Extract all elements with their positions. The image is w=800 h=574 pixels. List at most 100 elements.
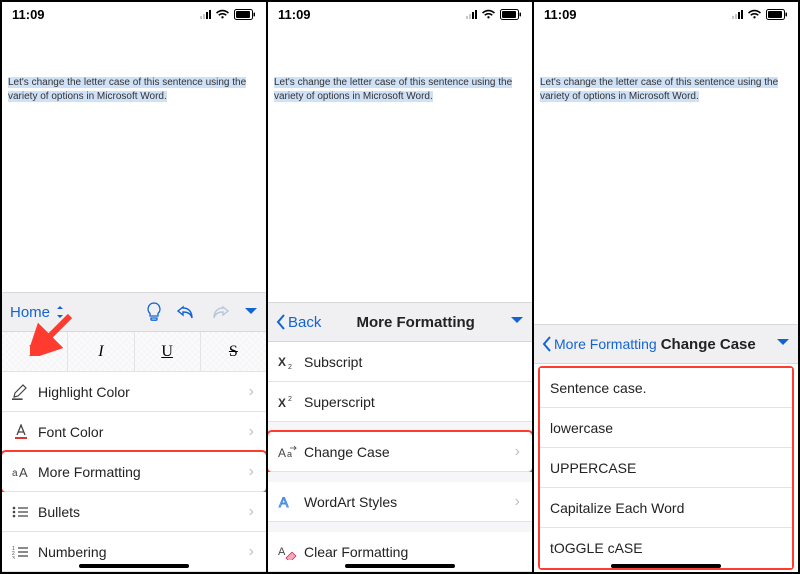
italic-button[interactable]: I: [68, 332, 134, 371]
row-label: Superscript: [304, 394, 520, 410]
battery-icon: [766, 9, 788, 20]
ribbon-tab-selector[interactable]: Home: [10, 304, 64, 321]
svg-text:2: 2: [288, 364, 292, 369]
lightbulb-icon[interactable]: [146, 302, 162, 322]
home-indicator: [79, 564, 189, 568]
signal-icon: [732, 9, 743, 19]
svg-text:A: A: [278, 546, 286, 558]
option-uppercase[interactable]: UPPERCASE: [540, 448, 792, 488]
svg-text:a: a: [287, 449, 292, 459]
clear-formatting-icon: A: [278, 544, 304, 560]
collapse-ribbon-icon[interactable]: [776, 335, 790, 353]
status-time: 11:09: [544, 7, 577, 22]
selection-handle-start-icon[interactable]: [273, 73, 278, 91]
row-change-case[interactable]: Aa Change Case ›: [268, 432, 532, 472]
status-bar: 11:09: [534, 2, 798, 26]
signal-icon: [466, 9, 477, 19]
panel-navbar: More Formatting Change Case: [534, 324, 798, 364]
row-label: Subscript: [304, 354, 520, 370]
strikethrough-button[interactable]: S: [201, 332, 266, 371]
back-button[interactable]: Back: [276, 314, 321, 331]
row-superscript[interactable]: X2 Superscript: [268, 382, 532, 422]
option-label: UPPERCASE: [550, 460, 780, 476]
chevron-right-icon: ›: [249, 423, 254, 441]
row-label: Bullets: [38, 504, 249, 520]
chevron-left-icon: [276, 314, 286, 330]
row-font-color[interactable]: Font Color ›: [2, 412, 266, 452]
option-capitalize-each-word[interactable]: Capitalize Each Word: [540, 488, 792, 528]
selection-handle-end-icon[interactable]: [702, 90, 707, 104]
text-selection[interactable]: Let's change the letter case of this sen…: [540, 77, 778, 102]
panel-navbar: Back More Formatting: [268, 302, 532, 342]
format-buttons-row: B I U S: [2, 332, 266, 372]
status-time: 11:09: [12, 7, 45, 22]
option-sentence-case[interactable]: Sentence case.: [540, 368, 792, 408]
chevron-right-icon: ›: [515, 493, 520, 511]
numbering-icon: 123: [12, 545, 38, 559]
document-canvas[interactable]: Let's change the letter case of this sen…: [268, 26, 532, 302]
ribbon-tab-label: Home: [10, 304, 50, 321]
wifi-icon: [215, 9, 230, 20]
row-subscript[interactable]: X2 Subscript: [268, 342, 532, 382]
status-icons: [732, 9, 788, 20]
collapse-ribbon-icon[interactable]: [510, 313, 524, 331]
redo-icon[interactable]: [210, 304, 230, 320]
row-label: Change Case: [304, 444, 515, 460]
selection-handle-end-icon[interactable]: [436, 90, 441, 104]
svg-text:2: 2: [288, 396, 292, 403]
wifi-icon: [481, 9, 496, 20]
document-canvas[interactable]: Let's change the letter case of this sen…: [2, 26, 266, 292]
battery-icon: [234, 9, 256, 20]
row-highlight-color[interactable]: Highlight Color ›: [2, 372, 266, 412]
home-indicator: [611, 564, 721, 568]
panel-title: More Formatting: [321, 314, 510, 331]
selected-text: Let's change the letter case of this sen…: [540, 77, 778, 102]
chevron-left-icon: [542, 336, 552, 352]
selected-text: Let's change the letter case of this sen…: [274, 77, 512, 102]
row-label: WordArt Styles: [304, 494, 515, 510]
screenshot-pane-1: 11:09 Let's change the letter case of th…: [2, 2, 268, 572]
text-selection[interactable]: Let's change the letter case of this sen…: [8, 77, 246, 102]
svg-text:3: 3: [12, 556, 15, 559]
screenshot-pane-2: 11:09 Let's change the letter case of th…: [268, 2, 534, 572]
svg-text:A: A: [19, 465, 28, 479]
chevron-right-icon: ›: [249, 543, 254, 561]
row-bullets[interactable]: Bullets ›: [2, 492, 266, 532]
status-bar: 11:09: [2, 2, 266, 26]
bullets-icon: [12, 505, 38, 519]
section-divider: [268, 472, 532, 482]
battery-icon: [500, 9, 522, 20]
status-icons: [200, 9, 256, 20]
underline-button[interactable]: U: [135, 332, 201, 371]
back-button[interactable]: More Formatting: [542, 336, 657, 352]
option-label: lowercase: [550, 420, 780, 436]
chevron-right-icon: ›: [249, 463, 254, 481]
selection-handle-start-icon[interactable]: [539, 73, 544, 91]
collapse-ribbon-icon[interactable]: [244, 307, 258, 317]
change-case-options: Sentence case. lowercase UPPERCASE Capit…: [538, 366, 794, 570]
svg-text:X: X: [278, 396, 286, 409]
option-label: tOGGLE cASE: [550, 540, 780, 556]
selection-handle-start-icon[interactable]: [7, 73, 12, 91]
row-label: Clear Formatting: [304, 544, 520, 560]
more-formatting-icon: aA: [12, 465, 38, 479]
option-lowercase[interactable]: lowercase: [540, 408, 792, 448]
back-label: More Formatting: [554, 336, 657, 352]
document-canvas[interactable]: Let's change the letter case of this sen…: [534, 26, 798, 324]
svg-text:A: A: [279, 494, 289, 510]
home-indicator: [345, 564, 455, 568]
status-icons: [466, 9, 522, 20]
status-time: 11:09: [278, 7, 311, 22]
bold-button[interactable]: B: [2, 332, 68, 371]
highlight-icon: [12, 384, 38, 400]
selection-handle-end-icon[interactable]: [170, 90, 175, 104]
text-selection[interactable]: Let's change the letter case of this sen…: [274, 77, 512, 102]
option-toggle-case[interactable]: tOGGLE cASE: [540, 528, 792, 568]
wordart-icon: A: [278, 494, 304, 510]
back-label: Back: [288, 314, 321, 331]
chevron-right-icon: ›: [249, 503, 254, 521]
row-more-formatting[interactable]: aA More Formatting ›: [2, 452, 266, 492]
row-wordart[interactable]: A WordArt Styles ›: [268, 482, 532, 522]
option-label: Sentence case.: [550, 380, 780, 396]
undo-icon[interactable]: [176, 304, 196, 320]
